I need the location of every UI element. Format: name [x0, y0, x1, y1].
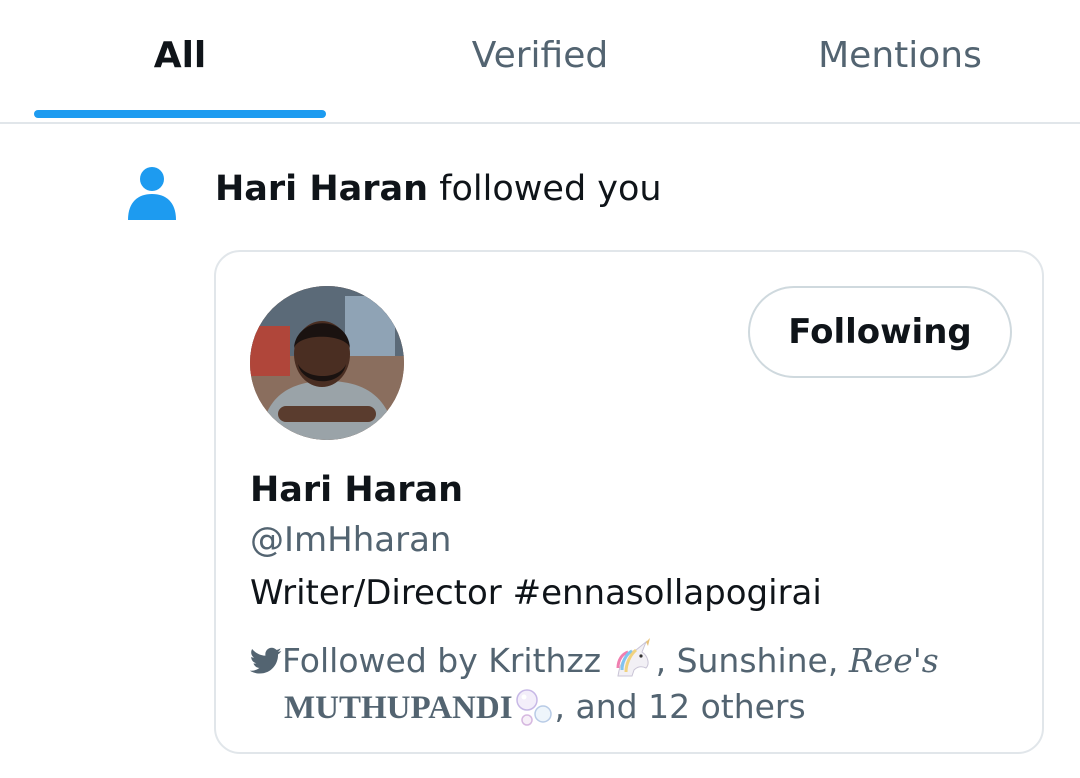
- notification-tabs: All Verified Mentions: [0, 0, 1080, 124]
- notification-text: Hari Haran followed you: [215, 166, 662, 212]
- tab-verified[interactable]: Verified: [360, 0, 720, 110]
- followed-by-text: Followed by Krithzz , Sunshine, Ree's MUT…: [250, 638, 1010, 731]
- followed-by-prefix: Followed by Krithzz: [282, 641, 612, 680]
- unicorn-icon: [616, 638, 650, 677]
- display-name[interactable]: Hari Haran: [250, 466, 463, 514]
- bubbles-icon: [515, 689, 552, 726]
- bird-icon: [250, 647, 282, 674]
- notification-action: followed you: [428, 169, 662, 209]
- followed-by-suffix: , and 12 others: [554, 687, 806, 726]
- tab-mentions[interactable]: Mentions: [720, 0, 1080, 110]
- user-bio: Writer/Director #ennasollapogirai: [250, 573, 822, 613]
- tab-all[interactable]: All: [0, 0, 360, 110]
- user-handle[interactable]: @ImHharan: [250, 516, 451, 564]
- avatar[interactable]: [250, 286, 404, 440]
- following-button[interactable]: Following: [748, 286, 1012, 378]
- actor-name[interactable]: Hari Haran: [215, 169, 428, 209]
- follower-name-muthupandi[interactable]: MUTHUPANDI: [284, 690, 513, 726]
- active-tab-indicator: [34, 110, 326, 118]
- follower-name-ree[interactable]: Ree's: [849, 641, 939, 680]
- person-icon: [128, 167, 176, 220]
- user-card[interactable]: Following Hari Haran @ImHharan Writer/Di…: [214, 250, 1044, 754]
- followed-by-sep: , Sunshine,: [655, 641, 849, 680]
